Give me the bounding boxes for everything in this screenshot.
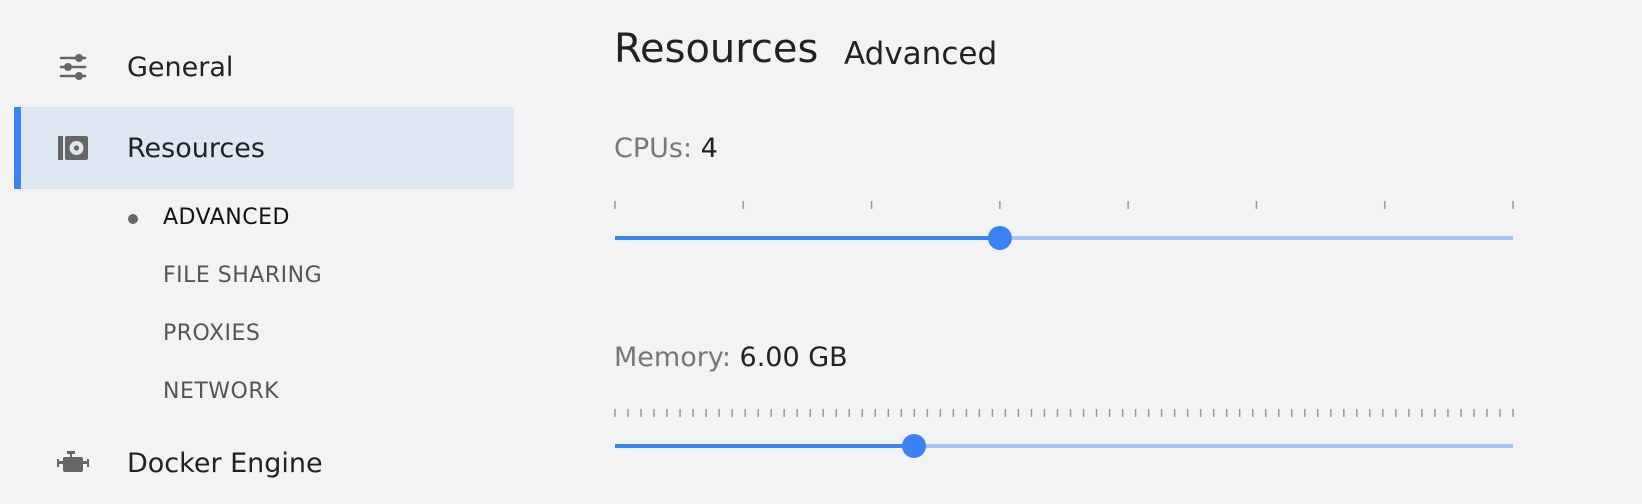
- page-subtitle: Advanced: [844, 36, 998, 72]
- subnav-advanced[interactable]: ADVANCED: [163, 205, 290, 230]
- memory-value: 6.00 GB: [739, 342, 848, 373]
- memory-label: Memory:: [614, 342, 731, 373]
- cpus-setting-label: CPUs: 4: [614, 133, 718, 164]
- resources-icon: [56, 131, 90, 165]
- sliders-icon: [56, 50, 90, 84]
- cpus-label: CPUs:: [614, 133, 693, 164]
- memory-slider[interactable]: [614, 398, 1514, 458]
- sidebar-item-label: General: [127, 51, 234, 83]
- page-title: Resources: [614, 26, 819, 72]
- sidebar-item-resources[interactable]: Resources: [14, 107, 514, 189]
- engine-icon: [56, 446, 90, 480]
- cpus-slider-thumb[interactable]: [987, 226, 1012, 250]
- cpus-value: 4: [700, 133, 718, 164]
- subnav-proxies[interactable]: PROXIES: [163, 321, 260, 346]
- sidebar-item-general[interactable]: General: [14, 26, 514, 108]
- cpus-slider[interactable]: [614, 190, 1514, 250]
- subnav-file-sharing[interactable]: FILE SHARING: [163, 263, 322, 288]
- subnav-network[interactable]: NETWORK: [163, 379, 279, 404]
- main-panel: Resources Advanced CPUs: 4 Memory: 6.00 …: [614, 0, 1624, 484]
- memory-setting-label: Memory: 6.00 GB: [614, 342, 848, 373]
- active-bullet: [128, 214, 138, 224]
- sidebar: General Resources ADVANCED FILE SHARING …: [0, 0, 520, 484]
- sidebar-item-label: Resources: [127, 132, 265, 164]
- sidebar-item-docker-engine[interactable]: Docker Engine: [14, 422, 514, 504]
- memory-slider-thumb[interactable]: [902, 434, 927, 458]
- sidebar-item-label: Docker Engine: [127, 447, 323, 479]
